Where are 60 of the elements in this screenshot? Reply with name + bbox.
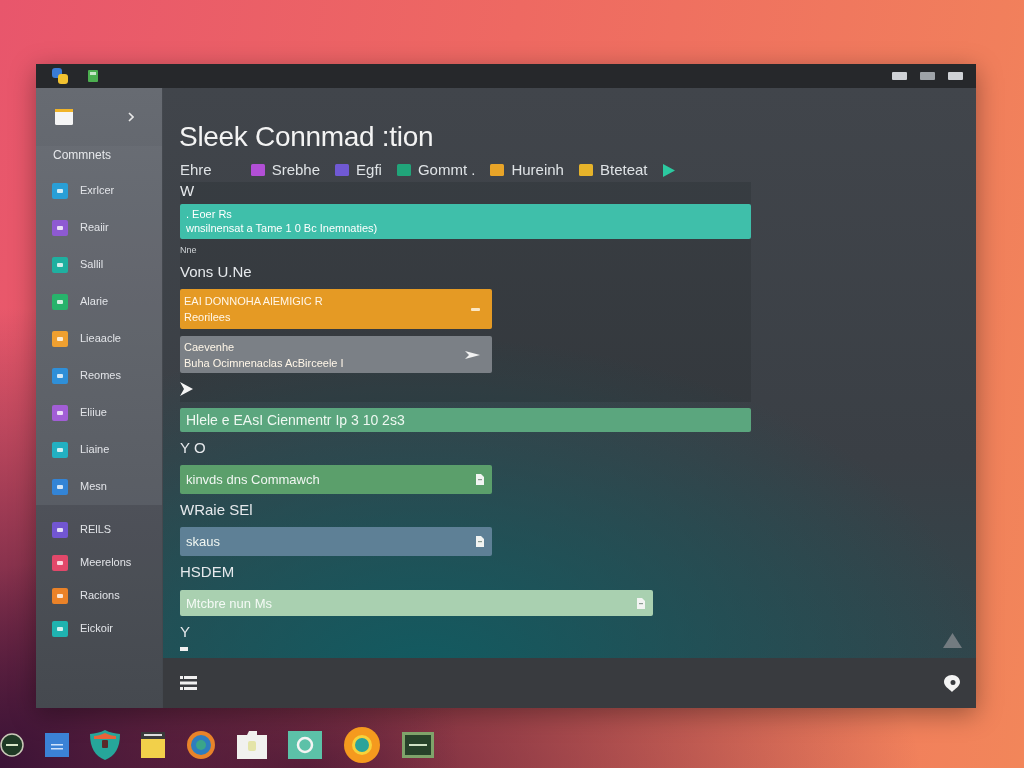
chevron-right-icon[interactable]: [128, 112, 134, 122]
minus-circle-icon[interactable]: [0, 733, 24, 757]
sidebar-item[interactable]: Reaiir: [36, 209, 162, 246]
notepad-icon[interactable]: [141, 732, 165, 758]
toolbar-button[interactable]: Egfi: [335, 160, 382, 180]
sidebar-item[interactable]: Eliiue: [36, 394, 162, 431]
card-text: EAI DONNOHA AlEMIGIC R: [184, 294, 324, 309]
card-text: Reorilees: [184, 310, 232, 325]
toolbar-button[interactable]: Ehre: [180, 160, 212, 180]
sidebar-item[interactable]: RElLS: [36, 513, 162, 546]
arrow-icon[interactable]: [465, 349, 480, 360]
minus-icon: [180, 647, 188, 651]
notice-bar: Hlele e EAsI Cienmentr Ip 3 10 2s3: [180, 408, 751, 432]
toolbar-button[interactable]: Hureinh: [490, 160, 564, 180]
banner-text: . Eoer Rs: [186, 207, 233, 221]
sidebar-item[interactable]: Meerelons: [36, 546, 162, 579]
page-title: Sleek Connmad :tion: [179, 120, 435, 154]
section-label: W: [180, 182, 196, 200]
section-label: WRaie SEl: [180, 501, 254, 519]
section-label: Y O: [180, 439, 207, 457]
section-label: Y: [180, 623, 191, 641]
input-field[interactable]: kinvds dns Commawch: [180, 465, 492, 494]
pin-icon[interactable]: [944, 674, 960, 692]
document-icon[interactable]: [637, 597, 645, 609]
folder-icon[interactable]: [237, 731, 267, 759]
sidebar-item[interactable]: Reomes: [36, 357, 162, 394]
ring-icon[interactable]: [343, 726, 381, 764]
sidebar-item[interactable]: Eickoir: [36, 612, 162, 645]
sidebar-item[interactable]: Alarie: [36, 283, 162, 320]
sidebar-item[interactable]: Liaine: [36, 431, 162, 468]
menu-icon[interactable]: [180, 675, 197, 691]
sidebar-item[interactable]: Mesn: [36, 468, 162, 505]
document-icon[interactable]: [476, 474, 484, 485]
toolbar-button[interactable]: Srebhe: [250, 160, 321, 180]
section-label: Vons U.Ne: [180, 263, 253, 281]
target-icon[interactable]: [186, 730, 216, 760]
tile-icon[interactable]: [45, 733, 69, 757]
chalkboard-icon[interactable]: [402, 732, 434, 758]
toolbar-button[interactable]: Gommt .: [396, 160, 476, 180]
toolbar-button[interactable]: Bteteat: [578, 160, 648, 180]
banner-text: wnsilnensat a Tame 1 0 Bc Inemnaties): [186, 221, 379, 235]
sidebar-item[interactable]: Sallil: [36, 246, 162, 283]
shield-icon[interactable]: [90, 730, 120, 760]
tile-icon[interactable]: [88, 70, 98, 82]
app-logo-icon[interactable]: [52, 68, 68, 84]
sidebar-item[interactable]: Lieaacle: [36, 320, 162, 357]
input-field[interactable]: Mtcbre nun Ms: [180, 590, 653, 616]
document-icon[interactable]: [476, 536, 484, 547]
list-card[interactable]: Caevenhe Buha Ocimnenaclas AcBirceele I: [180, 336, 492, 373]
note-icon[interactable]: [55, 108, 73, 126]
caption-text: Nne: [180, 244, 198, 256]
section-label: HSDEM: [180, 563, 236, 581]
card-text: Buha Ocimnenaclas AcBirceele I: [184, 355, 345, 371]
section-heading: Commnets: [52, 147, 112, 164]
sidebar-item[interactable]: Racions: [36, 579, 162, 612]
arrowhead-icon[interactable]: [180, 381, 193, 397]
play-icon[interactable]: [662, 163, 675, 177]
sidebar-item[interactable]: Exrlcer: [36, 172, 162, 209]
card-text: Caevenhe: [184, 339, 236, 355]
input-field[interactable]: skaus: [180, 527, 492, 556]
